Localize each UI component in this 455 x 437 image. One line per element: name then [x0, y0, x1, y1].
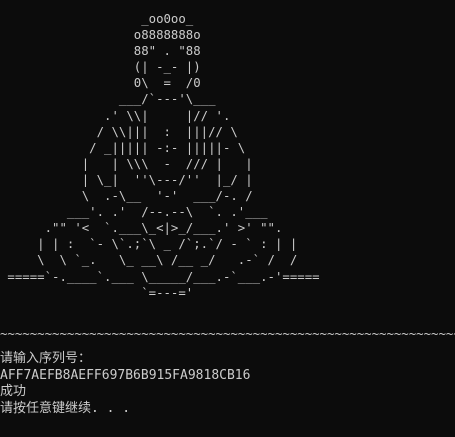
tilde-divider: ~~~~~~~~~~~~~~~~~~~~~~~~~~~~~~~~~~~~~~~~… — [0, 327, 455, 341]
console-output: 请输入序列号： AFF7AEFB8AEFF697B6B915FA9818CB16… — [0, 351, 250, 417]
serial-prompt: 请输入序列号： — [0, 351, 92, 366]
console-window[interactable]: _oo0oo_ o8888888o 88" . "88 (| -_- |) 0\… — [0, 0, 455, 437]
buddha-ascii-art: _oo0oo_ o8888888o 88" . "88 (| -_- |) 0\… — [7, 12, 320, 300]
press-any-key-prompt: 请按任意键继续. . . — [0, 400, 131, 416]
serial-number-value: AFF7AEFB8AEFF697B6B915FA9818CB16 — [0, 367, 251, 383]
success-message: 成功 — [0, 384, 27, 399]
